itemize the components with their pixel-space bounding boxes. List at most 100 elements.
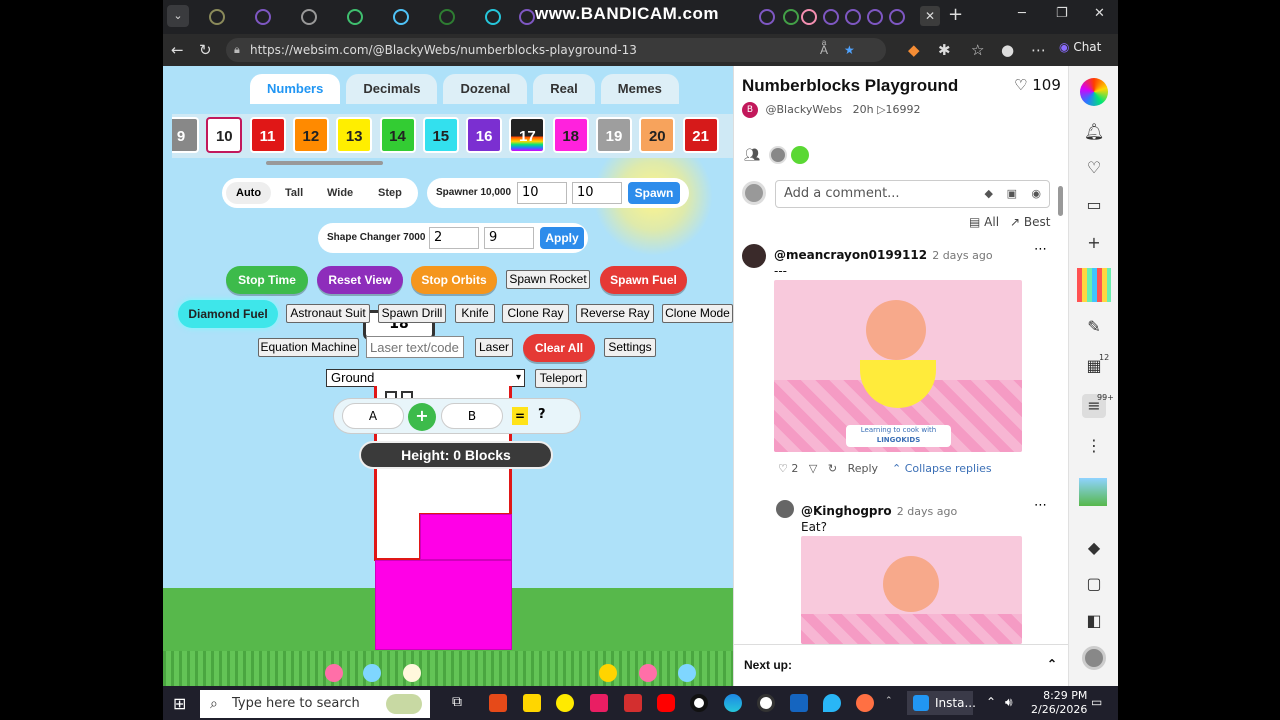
tab-favicon-icon[interactable] [347,9,363,25]
extensions-puzzle-icon[interactable]: ✱ [938,41,951,59]
windows-start-icon[interactable]: ⊞ [173,694,186,713]
tray-chevron-icon[interactable]: ⌃ [986,695,996,709]
tab-favicon-icon[interactable] [393,9,409,25]
sidebar-toggle-icon[interactable]: ◧ [1082,609,1106,633]
address-bar[interactable]: 🔒︎ https://websim.com/@BlackyWebs/number… [226,38,886,62]
viewer-avatar[interactable] [791,146,809,164]
more-options-icon[interactable]: ⋯ [1034,242,1047,257]
dislike-icon[interactable]: ▽ [809,462,817,475]
record-icon[interactable]: ◉ [1031,181,1041,207]
spawn-fuel-button[interactable]: Spawn Fuel [600,266,687,294]
number-tile[interactable]: 17 [509,117,546,153]
like-heart-icon[interactable]: ♡ [778,462,788,475]
tab-favicon-icon[interactable] [801,9,817,25]
app-icon[interactable] [856,694,874,712]
number-tile[interactable]: 18 [552,117,589,153]
tab-favicon-icon[interactable] [867,9,883,25]
app-icon[interactable] [624,694,642,712]
author-avatar[interactable]: B [742,102,758,118]
clear-all-button[interactable]: Clear All [523,334,595,362]
app-icon[interactable] [489,694,507,712]
app-icon[interactable] [556,694,574,712]
collapse-replies-button[interactable]: ⌃ Collapse replies [892,462,992,475]
reply-button[interactable]: Reply [848,462,878,475]
bell-icon[interactable]: 🔔︎ [1082,120,1106,144]
app-icon[interactable] [523,694,541,712]
copilot-icon[interactable] [1080,78,1108,106]
comment-input[interactable]: Add a comment... ◆ ▣ ◉ [775,180,1050,208]
app-thumbnail[interactable] [1077,268,1111,302]
like-counter[interactable]: ♡ 109 [1014,76,1061,94]
tab-dozenal[interactable]: Dozenal [443,74,528,104]
mode-auto-button[interactable]: Auto [226,182,272,204]
equation-input-a[interactable]: A [342,403,404,429]
tab-favicon-icon[interactable] [759,9,775,25]
shape-input-b[interactable]: 9 [484,227,534,249]
tab-actions-menu-button[interactable]: ⌄ [167,5,189,27]
number-tile[interactable]: 16 [466,117,503,153]
knife-button[interactable]: Knife [455,304,495,323]
number-tile[interactable]: 12 [292,117,329,153]
more-menu-icon[interactable]: ⋯ [1031,41,1046,59]
number-tile[interactable]: 19 [596,117,632,153]
equation-machine-button[interactable]: Equation Machine [258,338,359,357]
tab-favicon-icon[interactable] [823,9,839,25]
settings-button[interactable]: Settings [604,338,656,357]
taskbar-clock[interactable]: 8:29 PM 2/26/2026 [1031,689,1087,717]
favorite-star-icon[interactable]: ★ [844,38,855,62]
notification-icon[interactable]: ▭ [1091,695,1102,709]
stop-time-button[interactable]: Stop Time [226,266,308,294]
reset-view-button[interactable]: Reset View [317,266,403,294]
app-icon[interactable] [590,694,608,712]
profile-avatar-icon[interactable]: ● [1001,41,1014,59]
spawn-drill-button[interactable]: Spawn Drill [378,304,446,323]
diamond-icon[interactable]: ◆ [1082,536,1106,560]
youtube-icon[interactable] [657,694,675,712]
tab-favicon-icon[interactable] [845,9,861,25]
taskbar-search[interactable]: ⌕ Type here to search [200,690,430,718]
chat-bubble-icon[interactable]: ▢ [1082,572,1106,596]
record-app-icon[interactable] [690,694,708,712]
filter-all[interactable]: ▤ All [969,215,999,229]
back-arrow-icon[interactable]: ← [171,41,184,59]
reply-image[interactable] [801,536,1022,644]
commenter-avatar[interactable] [776,500,794,518]
spawner-input-b[interactable]: 10 [572,182,622,204]
number-tile[interactable]: 9 [172,117,199,153]
panel-scrollbar[interactable] [1058,186,1063,216]
new-tab-icon[interactable]: + [948,4,963,25]
game-canvas[interactable]: Numbers Decimals Dozenal Real Memes 9 10 1… [163,66,733,686]
stop-orbits-button[interactable]: Stop Orbits [411,266,497,294]
number-tile[interactable]: 20 [639,117,676,153]
comments-icon[interactable]: ≡ 99+ [1082,393,1114,418]
spawner-input-a[interactable]: 10 [517,182,567,204]
author-link[interactable]: @BlackyWebs [766,103,843,116]
commenter-avatar[interactable] [742,244,766,268]
apply-button[interactable]: Apply [540,227,584,249]
number-tile[interactable]: 14 [379,117,416,153]
collections-icon[interactable]: ▦ 12 [1082,353,1109,378]
equation-operator-button[interactable]: + [408,403,436,431]
favorites-icon[interactable]: ☆ [971,41,984,59]
tab-real[interactable]: Real [533,74,595,104]
tab-favicon-icon[interactable] [783,9,799,25]
comment-username[interactable]: @meancrayon0199112 [774,248,927,262]
edge-browser-icon[interactable] [724,694,742,712]
spawn-rocket-button[interactable]: Spawn Rocket [506,270,590,289]
tab-favicon-icon[interactable] [209,9,225,25]
close-tab-icon[interactable]: ✕ [920,6,940,26]
equation-input-b[interactable]: B [441,403,503,429]
number-tile[interactable]: 15 [422,117,459,153]
number-tile[interactable]: 11 [249,117,286,153]
volume-icon[interactable]: 🔊︎ [1005,695,1013,710]
more-options-icon[interactable]: ⋯ [1034,498,1047,513]
refresh-icon[interactable]: ↻ [199,41,212,59]
shape-input-a[interactable]: 2 [429,227,479,249]
mode-wide-button[interactable]: Wide [317,182,363,204]
copilot-chat-button[interactable]: ◉ Chat [1059,40,1101,54]
number-tile[interactable]: 13 [336,117,373,153]
reply-username[interactable]: @Kinghogpro [801,504,892,518]
teleport-button[interactable]: Teleport [535,369,587,388]
instagram-taskbar-button[interactable]: Insta... [907,691,976,715]
number-row-scrollbar[interactable] [266,161,383,165]
